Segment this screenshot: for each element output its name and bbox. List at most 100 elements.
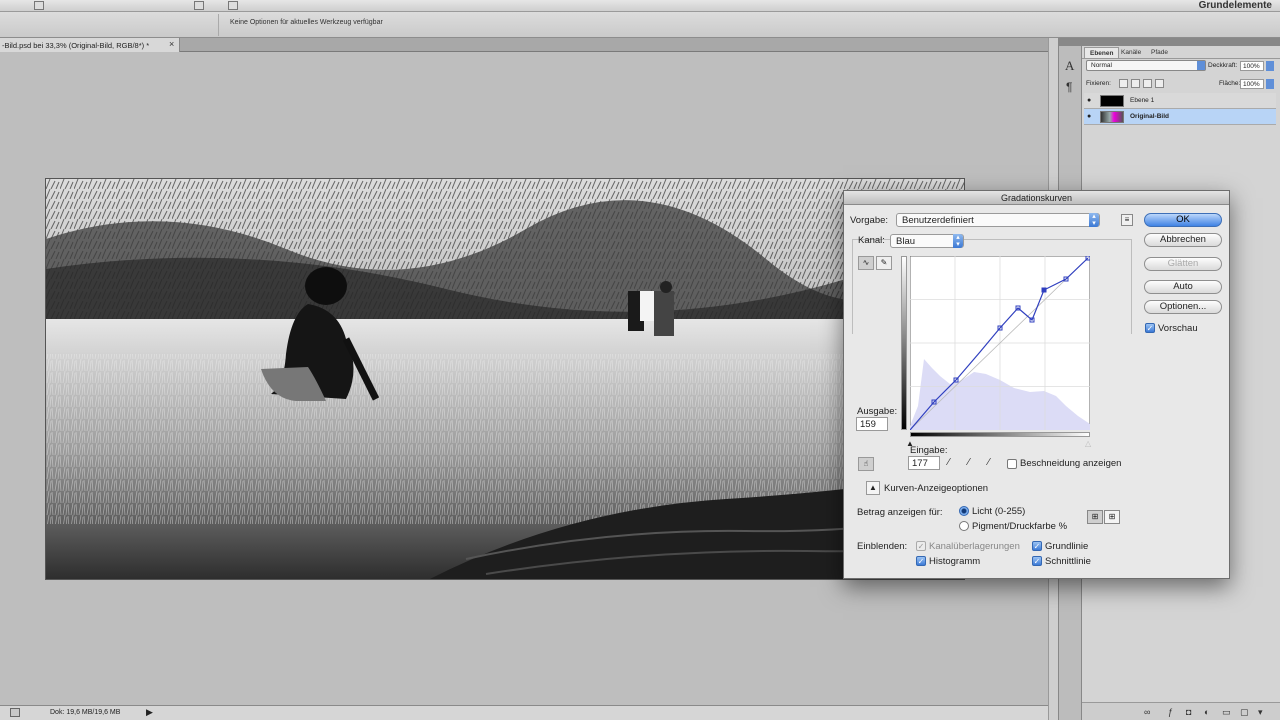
dialog-titlebar[interactable]: Gradationskurven (844, 191, 1229, 205)
baseline-label: Grundlinie (1045, 541, 1089, 552)
input-input[interactable]: 177 (908, 456, 940, 470)
tab-paths[interactable]: Pfade (1146, 47, 1173, 58)
options-button[interactable]: Optionen... (1144, 300, 1222, 314)
link-layers-icon[interactable]: ∞ (1144, 707, 1150, 717)
pigment-radio-label: Pigment/Druckfarbe % (972, 521, 1068, 532)
fill-slider-icon[interactable] (1266, 79, 1274, 89)
blend-mode-select[interactable]: Normal (1086, 60, 1206, 71)
light-radio-label: Licht (0-255) (972, 506, 1026, 517)
status-bar: Dok: 19,6 MB/19,6 MB ▶ (0, 705, 1058, 720)
simple-grid-icon[interactable]: ⊞ (1087, 510, 1103, 524)
layer-style-icon[interactable]: ƒ (1168, 707, 1173, 717)
chevron-updown-icon: ▴ ▾ (953, 234, 963, 248)
channel-label: Kanal: (858, 235, 885, 246)
curve-edit-points-icon[interactable]: ∿ (858, 256, 874, 270)
channel-select[interactable]: Blau ▴ ▾ (890, 234, 964, 248)
histogram-checkbox[interactable]: ✓ (916, 556, 926, 566)
white-point-slider-icon[interactable]: △ (1085, 439, 1091, 448)
screen-mode-icon[interactable] (228, 1, 238, 10)
adjustment-layer-icon[interactable]: ◐ (1204, 707, 1209, 717)
lock-all-icon[interactable] (1155, 79, 1164, 88)
document-tab-bar: -Bild.psd bei 33,3% (Original-Bild, RGB/… (0, 38, 1058, 52)
paragraph-panel-icon[interactable]: ¶ (1066, 80, 1072, 94)
layout-icon[interactable] (34, 1, 44, 10)
opacity-label: Deckkraft: (1208, 62, 1238, 69)
preview-label: Vorschau (1158, 323, 1198, 334)
pigment-radio[interactable] (959, 521, 969, 531)
layers-footer: ∞ ƒ ◘ ◐ ▭ ▢ ▾ (1082, 702, 1280, 720)
channel-overlays-checkbox[interactable]: ✓ (916, 541, 926, 551)
lock-image-icon[interactable] (1131, 79, 1140, 88)
intersection-label: Schnittlinie (1045, 556, 1091, 567)
new-group-icon[interactable]: ▭ (1222, 707, 1231, 718)
character-panel-icon[interactable]: A (1065, 58, 1074, 74)
detailed-grid-icon[interactable]: ⊞ (1104, 510, 1120, 524)
arrange-icon[interactable] (194, 1, 204, 10)
chevron-updown-icon: ▴ ▾ (1089, 213, 1099, 227)
input-gradient-bar (910, 432, 1090, 437)
cancel-button[interactable]: Abbrechen (1144, 233, 1222, 247)
show-clipping-label: Beschneidung anzeigen (1020, 458, 1122, 469)
status-menu-arrow-icon[interactable]: ▶ (146, 707, 153, 718)
preset-options-icon[interactable]: ≡ (1121, 214, 1133, 226)
zoom-field-icon[interactable] (10, 708, 20, 717)
intersection-checkbox[interactable]: ✓ (1032, 556, 1042, 566)
preview-checkbox[interactable]: ✓ (1145, 323, 1155, 333)
options-separator (218, 14, 219, 36)
add-mask-icon[interactable]: ◘ (1186, 707, 1191, 717)
smooth-button[interactable]: Glätten (1144, 257, 1222, 271)
document-image[interactable] (45, 178, 965, 580)
on-image-adjust-icon[interactable]: ☝ (858, 457, 874, 471)
lock-transparency-icon[interactable] (1119, 79, 1128, 88)
show-label: Einblenden: (857, 541, 908, 552)
show-amount-label: Betrag anzeigen für: (857, 507, 943, 518)
auto-button[interactable]: Auto (1144, 280, 1222, 294)
fill-input[interactable]: 100% (1240, 79, 1264, 89)
opacity-input[interactable]: 100% (1240, 61, 1264, 71)
light-radio[interactable] (959, 506, 969, 516)
tab-channels[interactable]: Kanäle (1116, 47, 1146, 58)
curves-graph[interactable] (910, 256, 1090, 430)
document-size-info: Dok: 19,6 MB/19,6 MB (50, 709, 121, 716)
channel-overlays-label: Kanalüberlagerungen (929, 541, 1020, 552)
layer-row[interactable]: ● Ebene 1 (1084, 93, 1276, 109)
layer-name: Ebene 1 (1130, 97, 1155, 104)
delete-layer-icon[interactable]: ▾ (1258, 707, 1263, 718)
white-eyedropper-icon[interactable]: ⁄ (988, 457, 990, 468)
curve-point-active (1041, 287, 1047, 293)
show-clipping-checkbox[interactable] (1007, 459, 1017, 469)
visibility-eye-icon[interactable]: ● (1087, 113, 1091, 120)
blend-mode-value: Normal (1091, 62, 1112, 69)
ok-button[interactable]: OK (1144, 213, 1222, 227)
layer-name: Original-Bild (1130, 113, 1169, 120)
layer-thumbnail (1100, 111, 1124, 123)
close-tab-icon[interactable]: × (169, 39, 174, 49)
black-eyedropper-icon[interactable]: ⁄ (948, 457, 950, 468)
curves-dialog: Gradationskurven Vorgabe: Benutzerdefini… (843, 190, 1230, 579)
workspace-switcher[interactable]: Grundelemente (1199, 0, 1272, 11)
preset-select[interactable]: Benutzerdefiniert ▴ ▾ (896, 213, 1100, 227)
new-layer-icon[interactable]: ▢ (1240, 707, 1249, 718)
options-message: Keine Optionen für aktuelles Werkzeug ve… (230, 19, 383, 26)
opacity-slider-icon[interactable] (1266, 61, 1274, 71)
output-input[interactable]: 159 (856, 417, 888, 431)
baseline-checkbox[interactable]: ✓ (1032, 541, 1042, 551)
display-options-label: Kurven-Anzeigeoptionen (884, 483, 989, 494)
visibility-eye-icon[interactable]: ● (1087, 97, 1091, 104)
histogram-label: Histogramm (929, 556, 981, 567)
panel-collapse-strip[interactable] (1082, 38, 1280, 46)
channel-value: Blau (896, 236, 916, 247)
options-bar: Keine Optionen für aktuelles Werkzeug ve… (0, 12, 1280, 38)
gray-eyedropper-icon[interactable]: ⁄ (968, 457, 970, 468)
pencil-draw-icon[interactable]: ✎ (876, 256, 892, 270)
application-bar: Grundelemente (0, 0, 1280, 12)
document-tab-title: -Bild.psd bei 33,3% (Original-Bild, RGB/… (2, 41, 150, 50)
document-tab[interactable]: -Bild.psd bei 33,3% (Original-Bild, RGB/… (0, 38, 180, 52)
layer-row-selected[interactable]: ● Original-Bild (1084, 109, 1276, 125)
preset-label: Vorgabe: (850, 215, 889, 226)
disclosure-triangle-icon[interactable]: ▲ (866, 481, 880, 495)
lock-position-icon[interactable] (1143, 79, 1152, 88)
dock-collapse-strip[interactable] (1059, 38, 1083, 46)
chevron-down-icon (1197, 61, 1205, 70)
tab-layers[interactable]: Ebenen (1084, 47, 1120, 58)
